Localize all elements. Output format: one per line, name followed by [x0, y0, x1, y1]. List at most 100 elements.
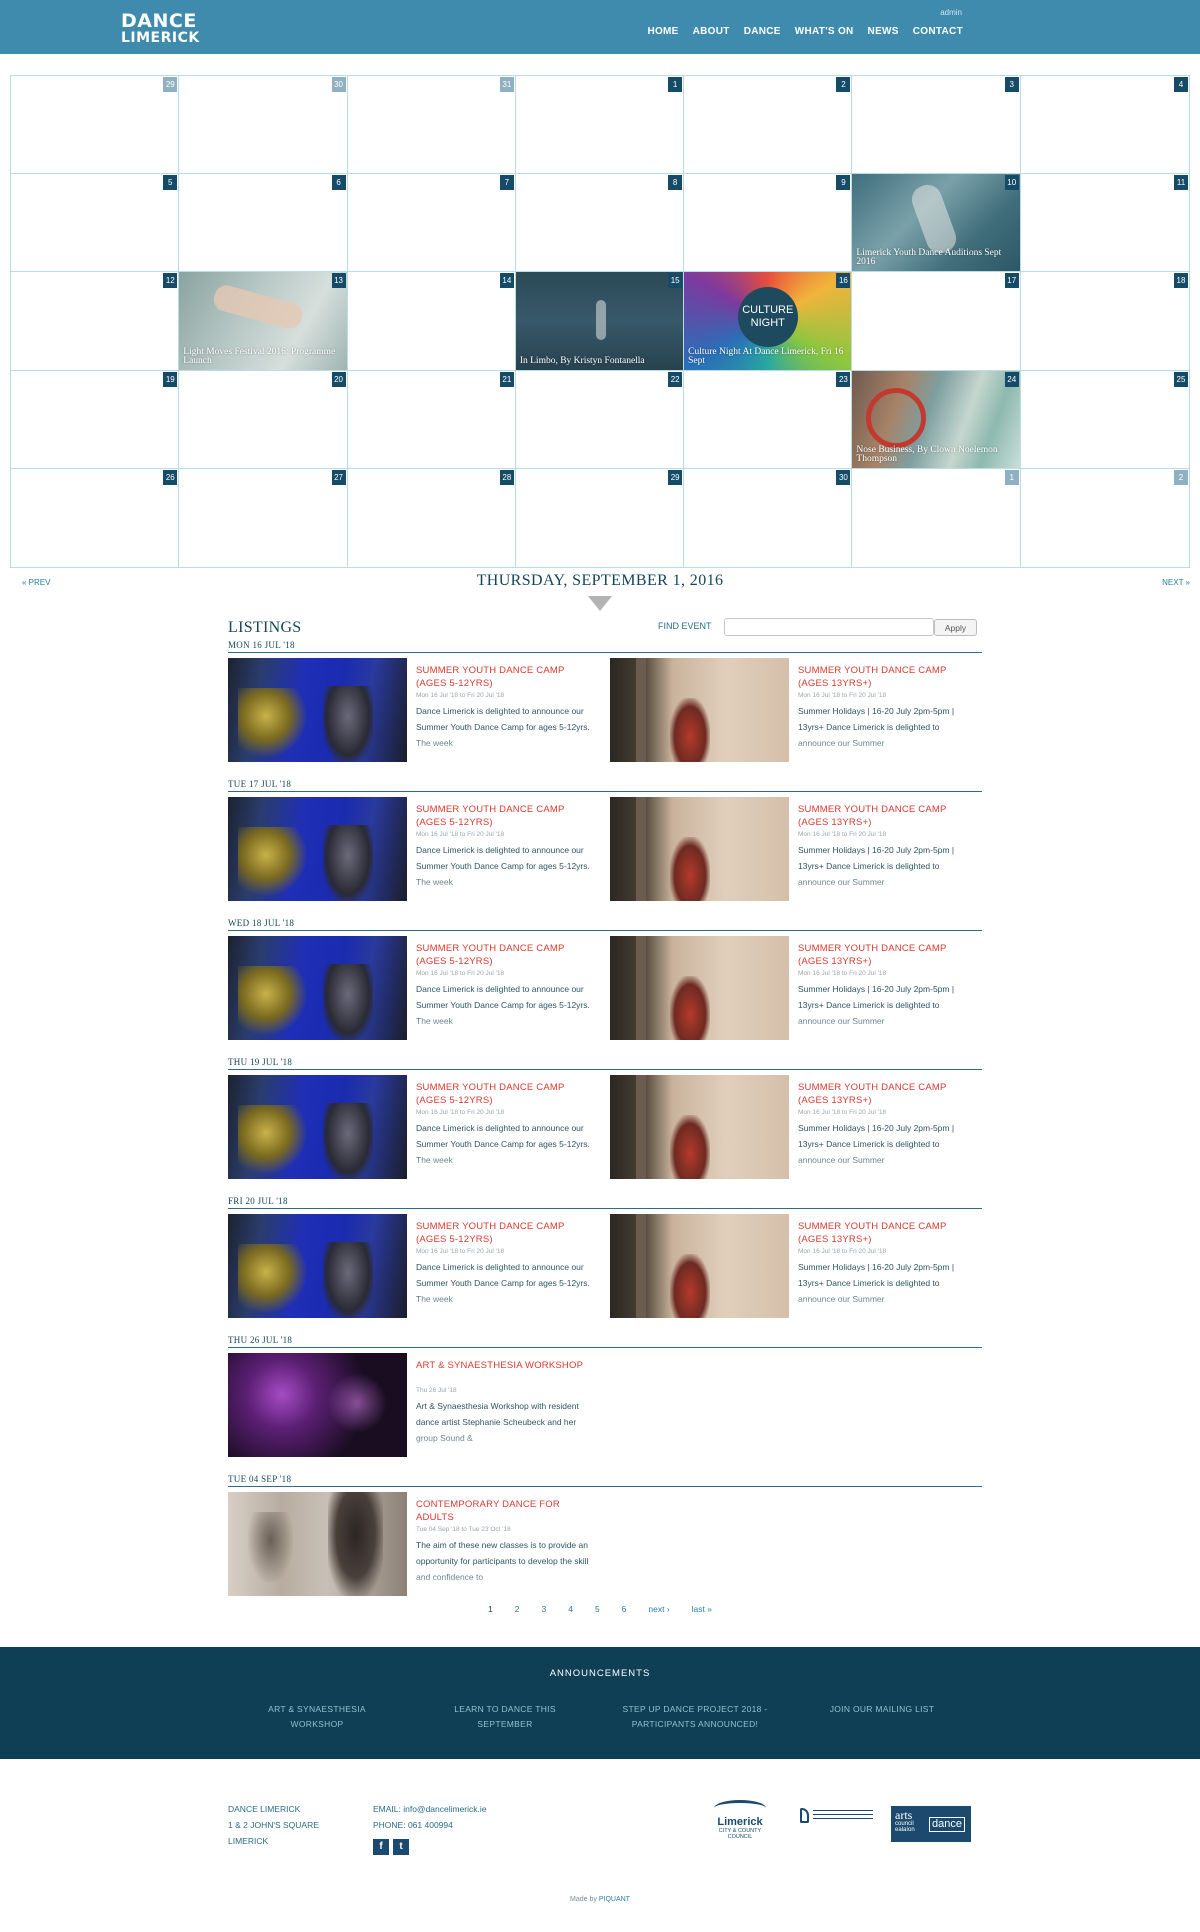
nav-item-news[interactable]: NEWS [868, 26, 899, 37]
event-title-link[interactable]: SUMMER YOUTH DANCE CAMP (AGES 13YRS+) [798, 803, 978, 829]
last-page-link[interactable]: last » [692, 1604, 712, 1614]
calendar-day-cell[interactable]: 20 [179, 370, 348, 469]
event-card[interactable]: ART & SYNAESTHESIA WORKSHOP Thu 26 Jul '1… [228, 1353, 598, 1457]
nav-item-dance[interactable]: DANCE [744, 26, 781, 37]
event-title-link[interactable]: SUMMER YOUTH DANCE CAMP (AGES 13YRS+) [798, 1220, 978, 1246]
calendar-event-image[interactable]: Light Moves Festival 2016: Programme Lau… [179, 272, 347, 370]
calendar-day-cell[interactable]: 22 [515, 370, 685, 469]
calendar-day-cell[interactable]: Limerick Youth Dance Auditions Sept 2016… [852, 174, 1021, 273]
event-thumbnail[interactable] [610, 1214, 789, 1318]
event-card[interactable]: SUMMER YOUTH DANCE CAMP (AGES 13YRS+) Mon… [610, 1075, 980, 1179]
nav-item-about[interactable]: ABOUT [693, 26, 730, 37]
calendar-day-cell[interactable]: 3 [852, 76, 1021, 175]
facebook-icon[interactable]: f [373, 1839, 389, 1855]
event-title-link[interactable]: SUMMER YOUTH DANCE CAMP (AGES 5-12YRS) [416, 942, 596, 968]
page-link-2[interactable]: 2 [515, 1604, 520, 1614]
event-title-link[interactable]: CONTEMPORARY DANCE FOR ADULTS [416, 1498, 596, 1524]
event-title-link[interactable]: SUMMER YOUTH DANCE CAMP (AGES 5-12YRS) [416, 803, 596, 829]
calendar-day-cell[interactable]: 30 [179, 76, 348, 175]
page-link-4[interactable]: 4 [568, 1604, 573, 1614]
calendar-day-cell[interactable]: 31 [347, 76, 516, 175]
event-thumbnail[interactable] [228, 1075, 407, 1179]
calendar-event-title[interactable]: Light Moves Festival 2016: Programme Lau… [183, 347, 344, 366]
calendar-day-cell[interactable]: 1 [852, 468, 1021, 567]
calendar-day-cell[interactable]: 12 [11, 272, 180, 371]
event-title-link[interactable]: SUMMER YOUTH DANCE CAMP (AGES 13YRS+) [798, 942, 978, 968]
event-card[interactable]: SUMMER YOUTH DANCE CAMP (AGES 5-12YRS) Mo… [228, 936, 598, 1040]
event-title-link[interactable]: ART & SYNAESTHESIA WORKSHOP [416, 1359, 596, 1372]
announcement-link[interactable]: JOIN OUR MAILING LIST [807, 1702, 957, 1717]
calendar-day-cell[interactable]: CULTURE NIGHT Culture Night At Dance Limer… [684, 272, 853, 371]
arts-council-logo[interactable]: arts council ealaíon dance [891, 1806, 971, 1842]
calendar-day-cell[interactable]: 4 [1020, 76, 1189, 175]
nav-item-what-s-on[interactable]: WHAT'S ON [795, 26, 854, 37]
announcement-link[interactable]: ART & SYNAESTHESIA WORKSHOP [242, 1702, 392, 1732]
calendar-event-title[interactable]: In Limbo, By Kristyn Fontanella [520, 356, 681, 366]
calendar-day-cell[interactable]: 14 [347, 272, 516, 371]
calendar-day-cell[interactable]: 26 [11, 468, 180, 567]
event-title-link[interactable]: SUMMER YOUTH DANCE CAMP (AGES 13YRS+) [798, 664, 978, 690]
calendar-day-cell[interactable]: 30 [684, 468, 853, 567]
calendar-day-cell[interactable]: 7 [347, 174, 516, 273]
find-event-input[interactable] [724, 618, 934, 636]
event-card[interactable]: SUMMER YOUTH DANCE CAMP (AGES 13YRS+) Mon… [610, 936, 980, 1040]
next-month-link[interactable]: NEXT » [1162, 578, 1190, 587]
event-thumbnail[interactable] [228, 1214, 407, 1318]
event-title-link[interactable]: SUMMER YOUTH DANCE CAMP (AGES 5-12YRS) [416, 1220, 596, 1246]
calendar-day-cell[interactable]: 29 [516, 468, 685, 567]
event-thumbnail[interactable] [610, 658, 789, 762]
page-link-3[interactable]: 3 [541, 1604, 546, 1614]
event-thumbnail[interactable] [228, 1353, 407, 1457]
limerick-council-logo[interactable]: Limerick CITY & COUNTY COUNCIL [707, 1800, 773, 1852]
government-logo[interactable] [800, 1808, 876, 1832]
calendar-event-image[interactable]: In Limbo, By Kristyn Fontanella [515, 272, 684, 370]
event-card[interactable]: SUMMER YOUTH DANCE CAMP (AGES 5-12YRS) Mo… [228, 1214, 598, 1318]
calendar-day-cell[interactable]: 2 [684, 76, 853, 175]
calendar-event-title[interactable]: Culture Night At Dance Limerick, Fri 16 … [688, 347, 849, 366]
event-card[interactable]: SUMMER YOUTH DANCE CAMP (AGES 5-12YRS) Mo… [228, 1075, 598, 1179]
event-card[interactable]: SUMMER YOUTH DANCE CAMP (AGES 5-12YRS) Mo… [228, 658, 598, 762]
calendar-day-cell[interactable]: 6 [179, 174, 348, 273]
calendar-day-cell[interactable]: 8 [515, 174, 685, 273]
calendar-day-cell[interactable]: 17 [852, 272, 1021, 371]
event-thumbnail[interactable] [228, 797, 407, 901]
page-link-5[interactable]: 5 [595, 1604, 600, 1614]
calendar-day-cell[interactable]: 18 [1020, 272, 1189, 371]
calendar-event-title[interactable]: Nose Business, By Clown Noelemon Thompso… [856, 445, 1017, 464]
event-title-link[interactable]: SUMMER YOUTH DANCE CAMP (AGES 13YRS+) [798, 1081, 978, 1107]
twitter-icon[interactable]: t [393, 1839, 409, 1855]
calendar-day-cell[interactable]: 9 [684, 174, 853, 273]
calendar-day-cell[interactable]: Nose Business, By Clown Noelemon Thompso… [852, 370, 1021, 469]
calendar-event-image[interactable]: Nose Business, By Clown Noelemon Thompso… [852, 370, 1020, 468]
calendar-day-cell[interactable]: 27 [179, 468, 348, 567]
event-title-link[interactable]: SUMMER YOUTH DANCE CAMP (AGES 5-12YRS) [416, 664, 596, 690]
event-title-link[interactable]: SUMMER YOUTH DANCE CAMP (AGES 5-12YRS) [416, 1081, 596, 1107]
calendar-day-cell[interactable]: 29 [11, 76, 180, 175]
footer-email[interactable]: EMAIL: info@dancelimerick.ie [373, 1801, 487, 1817]
page-link-1[interactable]: 1 [488, 1604, 493, 1614]
calendar-day-cell[interactable]: 23 [684, 370, 853, 469]
event-card[interactable]: SUMMER YOUTH DANCE CAMP (AGES 13YRS+) Mon… [610, 797, 980, 901]
event-thumbnail[interactable] [228, 1492, 407, 1596]
event-card[interactable]: SUMMER YOUTH DANCE CAMP (AGES 13YRS+) Mon… [610, 658, 980, 762]
event-thumbnail[interactable] [610, 936, 789, 1040]
event-card[interactable]: SUMMER YOUTH DANCE CAMP (AGES 5-12YRS) Mo… [228, 797, 598, 901]
calendar-day-cell[interactable]: 1 [515, 76, 685, 175]
calendar-day-cell[interactable]: 5 [11, 174, 180, 273]
apply-button[interactable]: Apply [934, 619, 977, 636]
event-card[interactable]: SUMMER YOUTH DANCE CAMP (AGES 13YRS+) Mon… [610, 1214, 980, 1318]
calendar-day-cell[interactable]: 2 [1021, 469, 1189, 567]
event-thumbnail[interactable] [228, 658, 407, 762]
calendar-event-image[interactable]: CULTURE NIGHT Culture Night At Dance Limer… [684, 272, 852, 370]
event-card[interactable]: CONTEMPORARY DANCE FOR ADULTS Tue 04 Sep … [228, 1492, 598, 1596]
event-thumbnail[interactable] [610, 1075, 789, 1179]
next-page-link[interactable]: next › [648, 1604, 669, 1614]
announcement-link[interactable]: LEARN TO DANCE THIS SEPTEMBER [430, 1702, 580, 1732]
nav-item-contact[interactable]: CONTACT [913, 26, 963, 37]
made-by-link[interactable]: PIQUANT [599, 1896, 630, 1903]
calendar-day-cell[interactable]: 11 [1020, 174, 1189, 273]
calendar-day-cell[interactable]: In Limbo, By Kristyn Fontanella 15 [515, 272, 685, 371]
calendar-day-cell[interactable]: 28 [348, 468, 516, 567]
calendar-day-cell[interactable]: Light Moves Festival 2016: Programme Lau… [179, 272, 348, 371]
site-logo[interactable]: DANCE LIMERICK [121, 12, 200, 47]
